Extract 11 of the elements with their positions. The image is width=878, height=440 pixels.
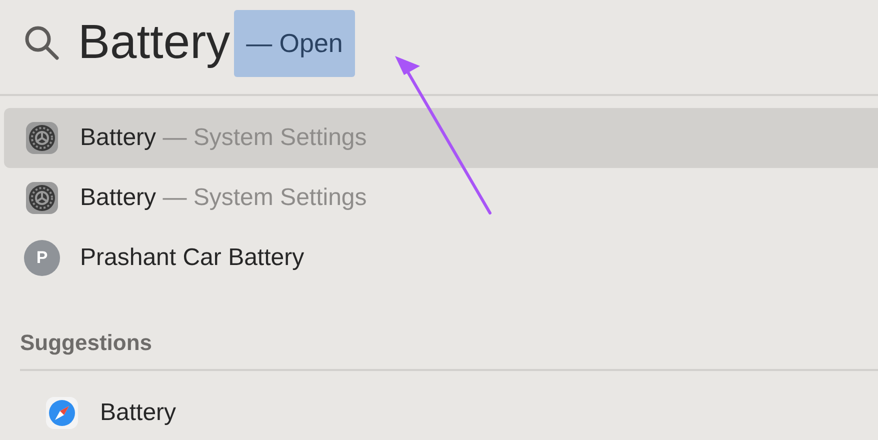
result-item[interactable]: Battery — [24, 383, 878, 440]
completion-hint: — Open — [234, 10, 355, 76]
compass-icon — [44, 395, 80, 431]
result-item[interactable]: Battery — System Settings — [4, 108, 878, 168]
section-heading: Suggestions — [20, 330, 152, 355]
search-query[interactable]: Battery — [78, 19, 230, 67]
result-item[interactable]: Battery — System Settings — [4, 168, 878, 228]
gear-icon — [24, 180, 60, 216]
gear-icon — [24, 120, 60, 156]
result-item[interactable]: P Prashant Car Battery — [4, 228, 878, 288]
contact-avatar: P — [24, 240, 60, 276]
